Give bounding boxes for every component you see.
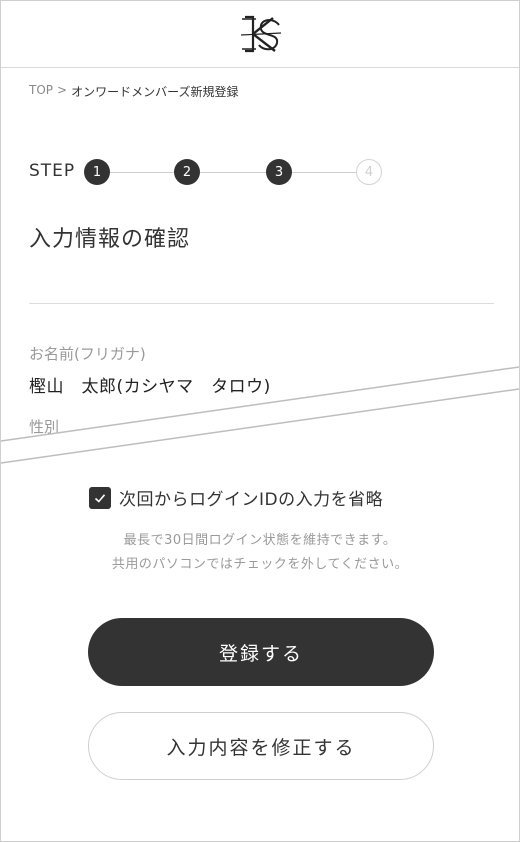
step-3-indicator: 3 <box>266 159 292 185</box>
step-4-indicator: 4 <box>356 159 382 185</box>
page-title: 入力情報の確認 <box>29 227 191 252</box>
site-header <box>1 1 519 68</box>
breadcrumb-separator: > <box>57 83 68 97</box>
brand-logo-icon[interactable] <box>239 13 283 55</box>
remember-login-row[interactable]: 次回からログインIDの入力を省略 <box>89 485 383 510</box>
edit-input-button[interactable]: 入力内容を修正する <box>88 712 434 780</box>
step-2-indicator: 2 <box>174 159 200 185</box>
breadcrumb-top-link[interactable]: TOP <box>29 83 53 100</box>
breadcrumb: TOP > オンワードメンバーズ新規登録 <box>29 83 238 100</box>
step-connector <box>110 172 174 173</box>
remember-login-label[interactable]: 次回からログインIDの入力を省略 <box>119 485 383 510</box>
breadcrumb-current: オンワードメンバーズ新規登録 <box>71 85 239 99</box>
step-label: STEP <box>29 161 76 181</box>
step-1-indicator: 1 <box>84 159 110 185</box>
step-connector <box>292 172 356 173</box>
page-frame: TOP > オンワードメンバーズ新規登録 STEP 1 2 3 4 入力情報の確… <box>0 0 520 842</box>
name-label: お名前(フリガナ) <box>29 345 146 363</box>
gender-label: 性別 <box>29 418 60 436</box>
register-button[interactable]: 登録する <box>88 618 434 686</box>
remember-note-line-1: 最長で30日間ログイン状態を維持できます。 <box>123 533 397 548</box>
remember-note-line-2: 共用のパソコンではチェックを外してください。 <box>111 557 409 572</box>
section-divider <box>29 303 494 304</box>
checkmark-icon <box>94 493 106 503</box>
remember-login-checkbox[interactable] <box>89 486 111 509</box>
name-value: 樫山 太郎(カシヤマ タロウ) <box>29 377 271 397</box>
step-connector <box>200 172 266 173</box>
